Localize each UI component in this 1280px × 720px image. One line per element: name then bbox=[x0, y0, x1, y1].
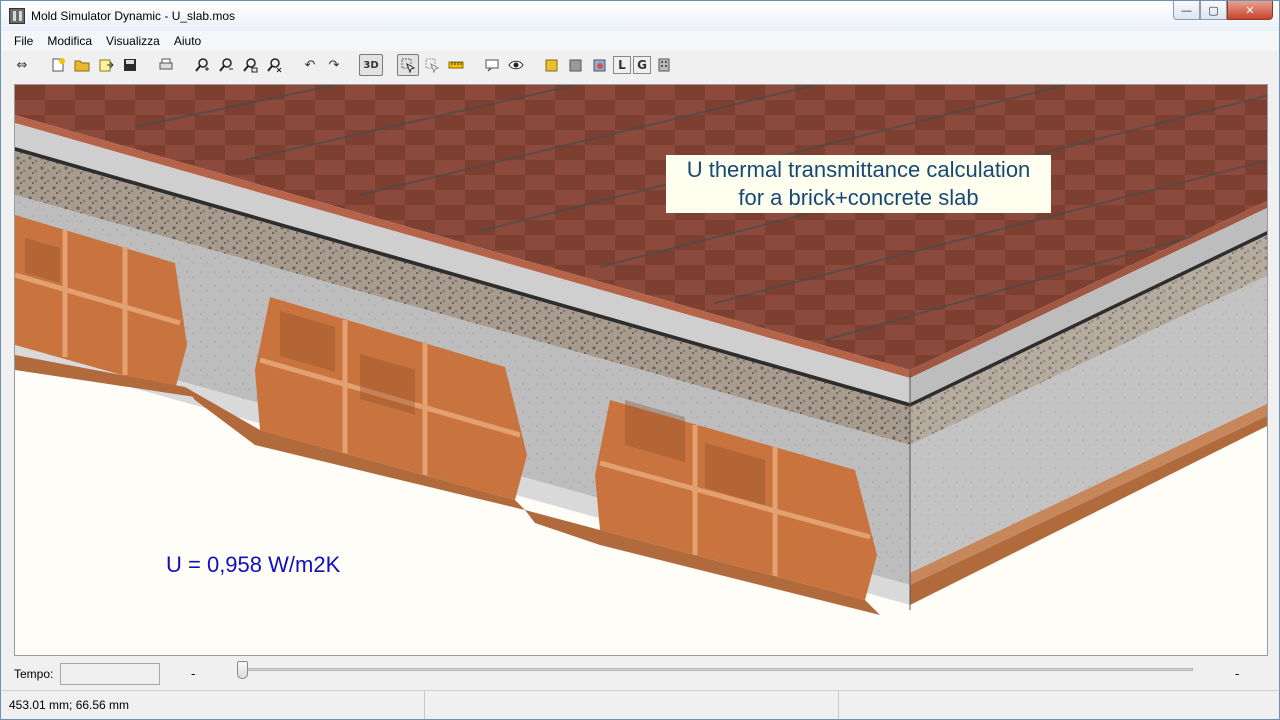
save-icon[interactable] bbox=[119, 54, 141, 76]
arrows-icon[interactable]: ⇔ bbox=[11, 54, 33, 76]
status-cell-2 bbox=[425, 691, 839, 719]
time-slider-thumb[interactable] bbox=[237, 661, 248, 679]
open-folder-icon[interactable] bbox=[71, 54, 93, 76]
redo-icon[interactable]: ↷ bbox=[323, 54, 345, 76]
maximize-button[interactable]: ▢ bbox=[1200, 1, 1227, 20]
minimize-button[interactable]: — bbox=[1173, 1, 1200, 20]
menu-bar: File Modifica Visualizza Aiuto bbox=[1, 31, 1279, 51]
zoom-out-icon[interactable] bbox=[215, 54, 237, 76]
zoom-fit-icon[interactable] bbox=[239, 54, 261, 76]
layer-l-icon[interactable]: L bbox=[613, 56, 631, 74]
zoom-in-icon[interactable] bbox=[191, 54, 213, 76]
close-button[interactable]: ✕ bbox=[1227, 1, 1273, 20]
select-cursor-icon[interactable] bbox=[397, 54, 419, 76]
menu-aiuto[interactable]: Aiuto bbox=[167, 34, 208, 48]
menu-file[interactable]: File bbox=[7, 34, 40, 48]
annotation-box: U thermal transmittance calculation for … bbox=[666, 155, 1051, 213]
window-title: Mold Simulator Dynamic - U_slab.mos bbox=[31, 9, 236, 23]
tempo-input[interactable] bbox=[60, 663, 160, 685]
menu-visualizza[interactable]: Visualizza bbox=[99, 34, 167, 48]
export-icon[interactable] bbox=[95, 54, 117, 76]
window-controls: — ▢ ✕ bbox=[1173, 1, 1273, 20]
annotation-line1: U thermal transmittance calculation bbox=[686, 157, 1031, 182]
select-area-icon[interactable] bbox=[421, 54, 443, 76]
view-3d-button[interactable]: 3D bbox=[359, 54, 383, 76]
eye-icon[interactable] bbox=[505, 54, 527, 76]
tempo-label: Tempo: bbox=[14, 667, 54, 681]
title-bar[interactable]: Mold Simulator Dynamic - U_slab.mos — ▢ … bbox=[1, 1, 1279, 31]
status-bar: 453.01 mm; 66.56 mm bbox=[1, 690, 1279, 719]
print-icon[interactable] bbox=[155, 54, 177, 76]
time-start-dash: - bbox=[191, 667, 196, 681]
time-slider-track[interactable] bbox=[241, 668, 1193, 671]
layer-gray-icon[interactable] bbox=[565, 54, 587, 76]
main-window: Mold Simulator Dynamic - U_slab.mos — ▢ … bbox=[0, 0, 1280, 720]
status-cell-3 bbox=[839, 691, 1277, 719]
annotation-line2: for a brick+concrete slab bbox=[738, 185, 979, 210]
status-coordinates: 453.01 mm; 66.56 mm bbox=[1, 691, 425, 719]
building-icon[interactable] bbox=[653, 54, 675, 76]
time-bar: Tempo: - - bbox=[1, 658, 1279, 688]
layer-yellow-icon[interactable] bbox=[541, 54, 563, 76]
ruler-icon[interactable] bbox=[445, 54, 467, 76]
layer-color-icon[interactable] bbox=[589, 54, 611, 76]
time-end-dash: - bbox=[1235, 667, 1240, 681]
comment-icon[interactable] bbox=[481, 54, 503, 76]
new-file-icon[interactable] bbox=[47, 54, 69, 76]
zoom-reset-icon[interactable] bbox=[263, 54, 285, 76]
menu-modifica[interactable]: Modifica bbox=[40, 34, 99, 48]
undo-icon[interactable]: ↶ bbox=[299, 54, 321, 76]
toolbar: ⇔ ↶ ↷ 3D L G bbox=[1, 51, 1279, 79]
3d-viewport[interactable]: U thermal transmittance calculation for … bbox=[14, 84, 1268, 656]
layer-g-icon[interactable]: G bbox=[633, 56, 651, 74]
app-icon bbox=[9, 8, 25, 24]
u-value-label: U = 0,958 W/m2K bbox=[166, 552, 341, 577]
